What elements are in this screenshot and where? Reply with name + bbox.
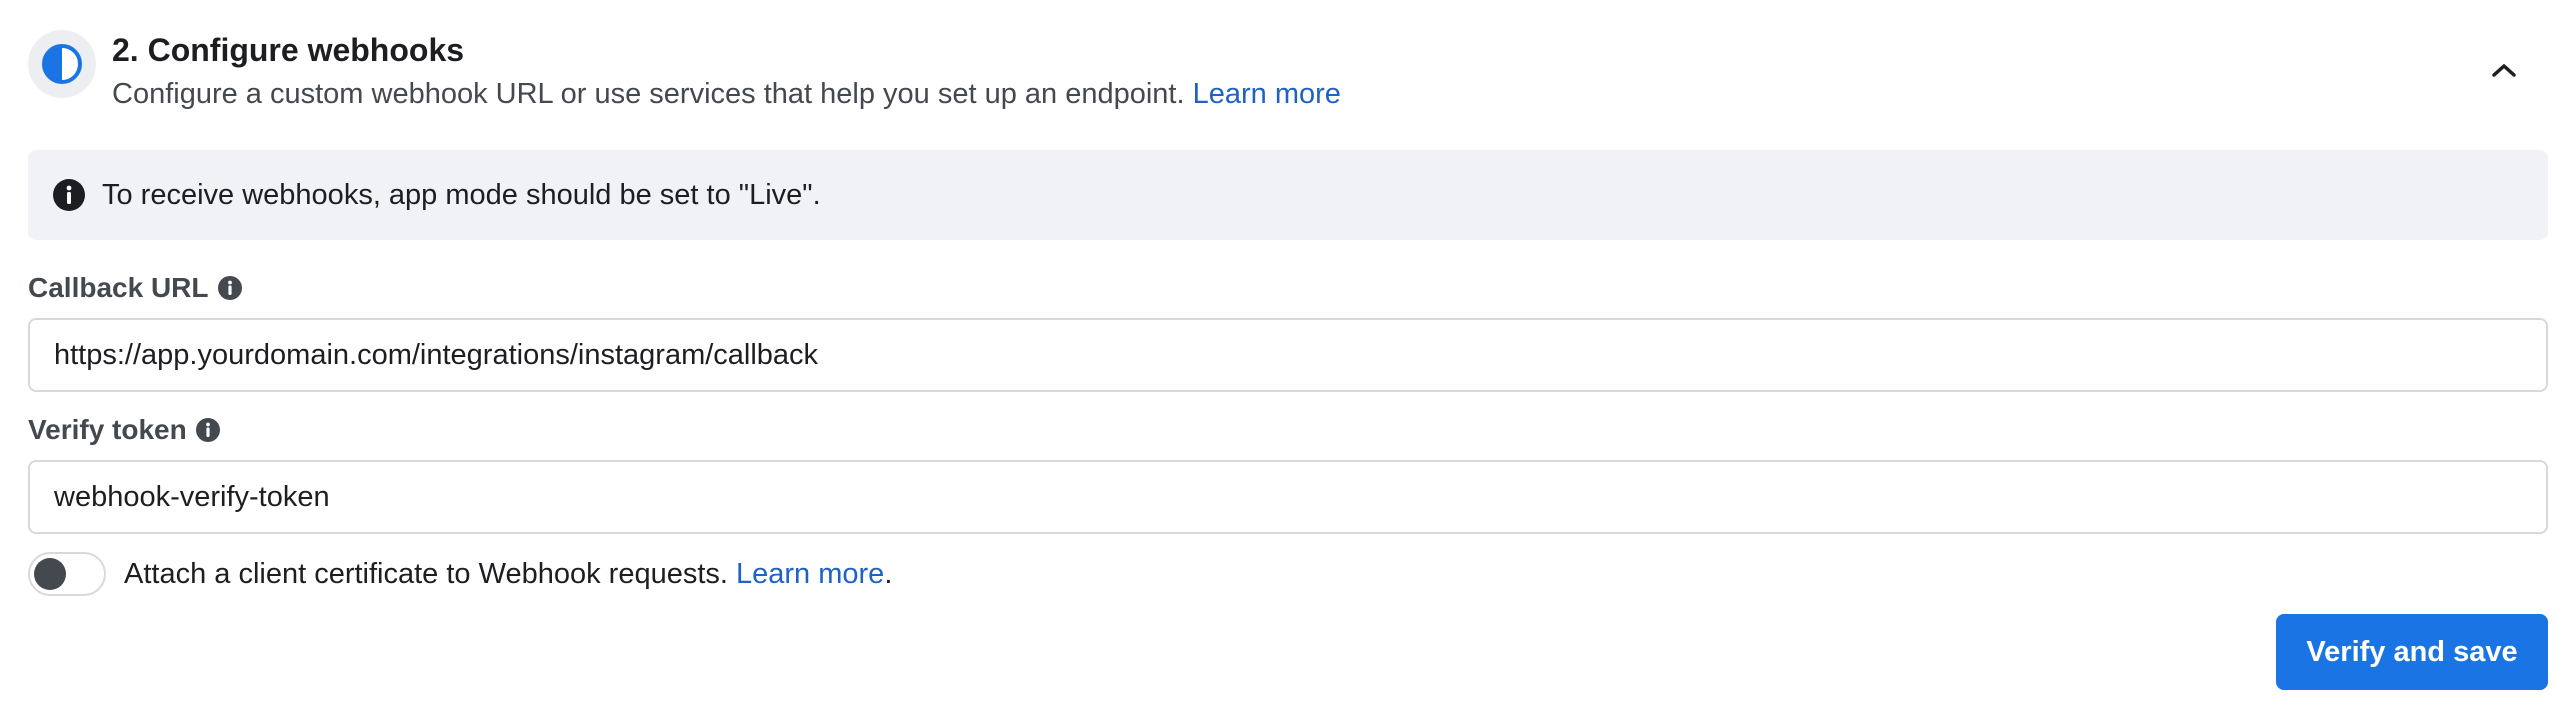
certificate-learn-more-link[interactable]: Learn more	[736, 558, 884, 590]
certificate-link-suffix: .	[884, 558, 893, 590]
client-certificate-label: Attach a client certificate to Webhook r…	[124, 558, 728, 590]
client-certificate-text: Attach a client certificate to Webhook r…	[124, 556, 892, 592]
info-icon[interactable]	[195, 417, 221, 443]
toggle-knob	[34, 558, 66, 590]
verify-token-label: Verify token	[28, 414, 221, 446]
callback-url-input[interactable]	[28, 318, 2548, 392]
info-icon[interactable]	[217, 275, 243, 301]
verify-token-input[interactable]	[28, 460, 2548, 534]
verify-token-label-text: Verify token	[28, 414, 187, 445]
section-title: 2. Configure webhooks	[112, 32, 465, 68]
chevron-up-icon	[2492, 64, 2516, 77]
callback-url-label: Callback URL	[28, 272, 243, 304]
client-certificate-toggle[interactable]	[28, 552, 106, 596]
section-subtitle: Configure a custom webhook URL or use se…	[112, 76, 1341, 112]
half-circle-progress-icon	[28, 30, 96, 98]
learn-more-link[interactable]: Learn more	[1193, 78, 1341, 110]
callback-url-label-text: Callback URL	[28, 272, 209, 303]
collapse-button[interactable]	[2484, 50, 2524, 90]
section-subtitle-text: Configure a custom webhook URL or use se…	[112, 78, 1185, 110]
info-icon	[52, 178, 86, 212]
verify-and-save-button[interactable]: Verify and save	[2276, 614, 2548, 690]
info-banner: To receive webhooks, app mode should be …	[28, 150, 2548, 240]
info-banner-text: To receive webhooks, app mode should be …	[102, 178, 821, 211]
webhooks-config-panel: 2. Configure webhooks Configure a custom…	[0, 0, 2576, 720]
